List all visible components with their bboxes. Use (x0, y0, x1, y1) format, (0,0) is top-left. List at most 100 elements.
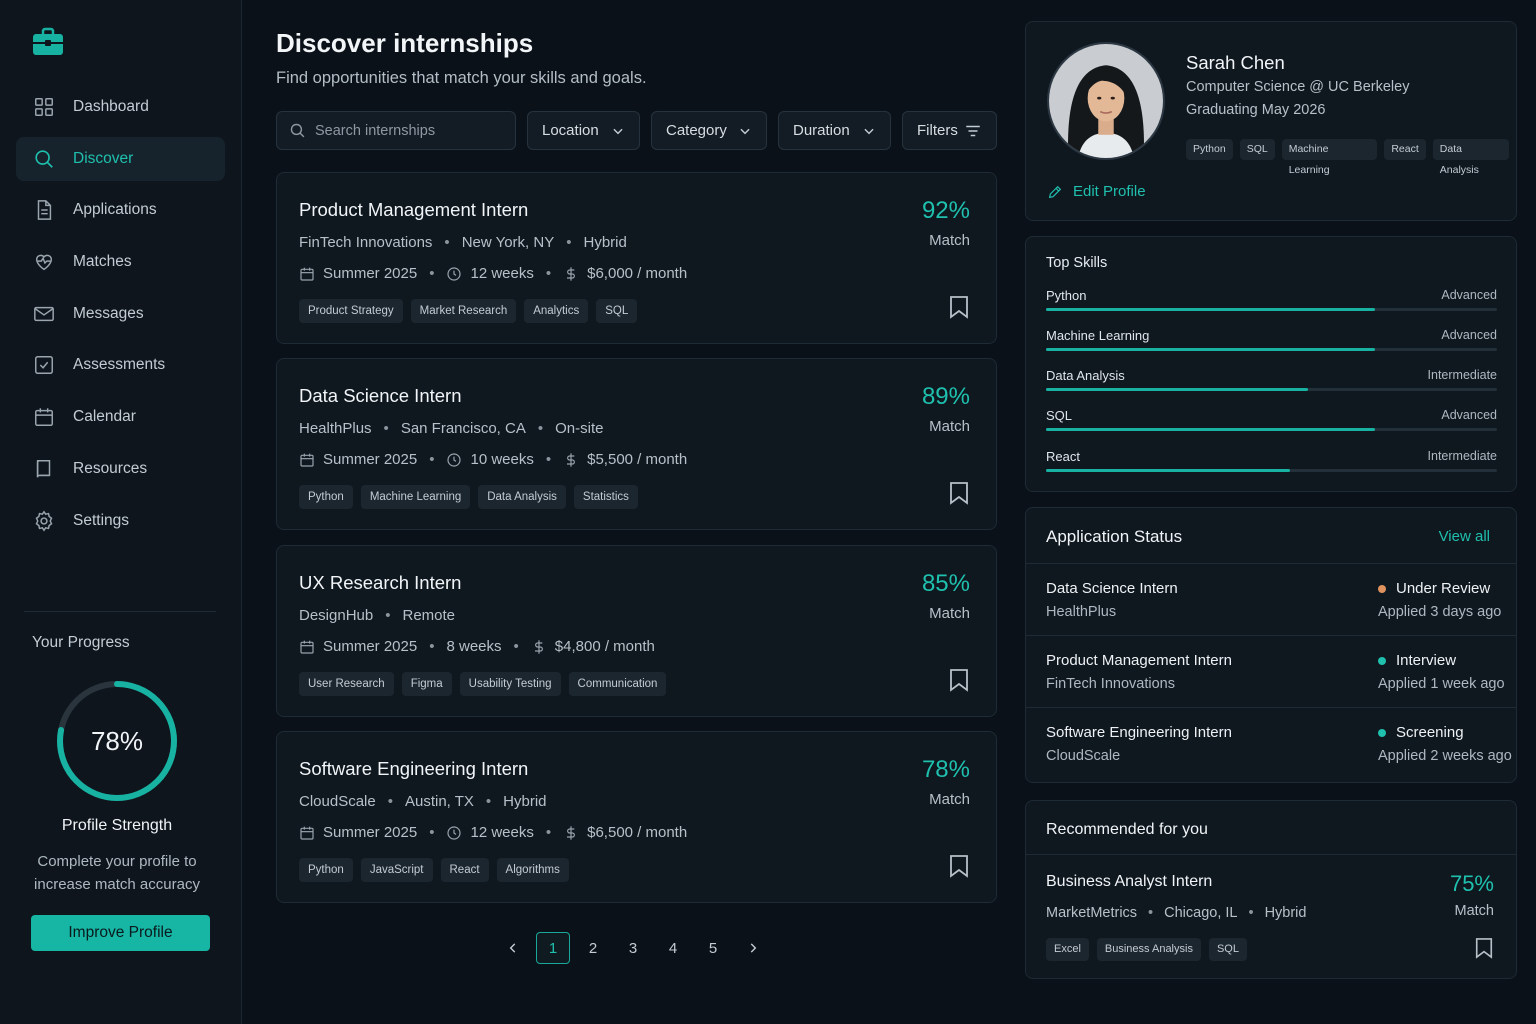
job-mode: On-site (555, 420, 604, 437)
page-title: Discover internships (276, 28, 534, 58)
job-pay: $5,500 / month (587, 451, 688, 468)
job-company: CloudScale (299, 793, 376, 810)
progress-title: Your Progress (32, 634, 130, 651)
job-card[interactable]: Software Engineering Intern CloudScale • … (276, 731, 997, 903)
job-card[interactable]: Product Management Intern FinTech Innova… (276, 172, 997, 344)
job-title[interactable]: UX Research Intern (299, 572, 461, 594)
sidebar-item-assessments[interactable]: Assessments (16, 343, 225, 387)
page-button-1[interactable]: 1 (536, 932, 570, 964)
calendar-icon (300, 453, 314, 467)
recommended-job-title[interactable]: Business Analyst Intern (1046, 873, 1212, 891)
filter-lines-icon (966, 125, 980, 136)
bookmark-icon[interactable] (948, 481, 970, 505)
page-button-3[interactable]: 3 (616, 932, 650, 964)
job-title[interactable]: Data Science Intern (299, 385, 461, 407)
sidebar-item-messages[interactable]: Messages (16, 292, 225, 336)
status-dot (1378, 584, 1386, 593)
status-company: FinTech Innovations (1046, 676, 1175, 692)
sidebar-item-matches[interactable]: Matches (16, 240, 225, 284)
sidebar: Dashboard Discover Applications Matches … (0, 0, 242, 1024)
search-box[interactable] (276, 111, 516, 150)
improve-profile-button[interactable]: Improve Profile (31, 915, 210, 951)
bookmark-icon[interactable] (1474, 937, 1494, 959)
prev-page-button[interactable] (496, 932, 530, 964)
sidebar-item-settings[interactable]: Settings (16, 499, 225, 543)
bookmark-icon[interactable] (948, 295, 970, 319)
briefcase-icon[interactable] (32, 26, 64, 58)
separator: • (566, 234, 572, 251)
bookmark-icon[interactable] (948, 668, 970, 692)
mail-icon (34, 306, 54, 321)
match-label: Match (929, 605, 970, 622)
separator: • (444, 234, 450, 251)
sidebar-item-applications[interactable]: Applications (16, 188, 225, 232)
avatar[interactable] (1047, 42, 1165, 160)
job-tags: Python Machine Learning Data Analysis St… (299, 485, 646, 509)
skill-tag: Python (299, 485, 353, 509)
separator: • (387, 793, 393, 810)
bookmark-icon[interactable] (948, 854, 970, 878)
match-label: Match (929, 232, 970, 249)
filters-button[interactable]: Filters (902, 111, 997, 150)
job-pay: $6,000 / month (587, 265, 688, 282)
profile-program: Computer Science @ UC Berkeley (1186, 79, 1410, 95)
category-dropdown[interactable]: Category (651, 111, 767, 150)
search-input[interactable] (315, 122, 505, 139)
skill-level: Advanced (1441, 288, 1497, 302)
job-duration: 12 weeks (470, 265, 534, 282)
avatar-portrait (1049, 44, 1163, 158)
job-pay: $6,500 / month (587, 824, 688, 841)
skill-tag: JavaScript (360, 858, 433, 882)
separator: • (383, 420, 389, 437)
job-location: Remote (402, 607, 456, 624)
separator: • (429, 451, 435, 468)
profile-name: Sarah Chen (1186, 52, 1285, 73)
edit-profile-link[interactable]: Edit Profile (1047, 183, 1146, 200)
separator: • (545, 265, 552, 282)
dollar-icon (567, 266, 576, 281)
separator: • (485, 793, 492, 810)
status-row[interactable]: Software Engineering Intern CloudScale S… (1026, 707, 1516, 779)
skill-tag: Communication (568, 672, 667, 696)
job-card[interactable]: UX Research Intern DesignHub • Remote Sum… (276, 545, 997, 717)
job-title[interactable]: Product Management Intern (299, 199, 528, 221)
page-button-5[interactable]: 5 (696, 932, 730, 964)
job-tags: Product Strategy Market Research Analyti… (299, 299, 645, 323)
skill-tag: Algorithms (496, 858, 569, 882)
skill-bar-fill (1046, 469, 1290, 472)
job-card[interactable]: Data Science Intern HealthPlus • San Fran… (276, 358, 997, 530)
job-location: San Francisco, CA (400, 420, 526, 437)
page-button-4[interactable]: 4 (656, 932, 690, 964)
status-state: Under Review (1378, 580, 1490, 597)
skill-tag: SQL (1208, 938, 1247, 961)
match-percent: 75% (1449, 871, 1494, 896)
separator: • (537, 420, 544, 437)
skill-name: React (1046, 449, 1080, 464)
skill-track (1046, 428, 1497, 431)
sidebar-item-resources[interactable]: Resources (16, 447, 225, 491)
match-percent: 85% (921, 570, 970, 597)
location-dropdown[interactable]: Location (527, 111, 640, 150)
gear-icon (35, 510, 53, 531)
sidebar-item-calendar[interactable]: Calendar (16, 395, 225, 439)
match-percent: 92% (921, 197, 970, 224)
separator: • (1248, 905, 1254, 921)
job-title[interactable]: Software Engineering Intern (299, 758, 528, 780)
skill-tag: Product Strategy (299, 299, 403, 323)
page-button-2[interactable]: 2 (576, 932, 610, 964)
status-state-label: Interview (1396, 652, 1457, 669)
calendar-icon (300, 640, 314, 654)
sidebar-item-dashboard[interactable]: Dashboard (16, 85, 225, 129)
status-row[interactable]: Product Management Intern FinTech Innova… (1026, 635, 1516, 707)
skill-tag: Data Analysis (1432, 139, 1509, 176)
status-row[interactable]: Data Science Intern HealthPlus Under Rev… (1026, 563, 1516, 635)
pencil-icon (1048, 185, 1062, 198)
job-location: Austin, TX (404, 793, 474, 810)
sidebar-item-discover[interactable]: Discover (16, 136, 225, 181)
next-page-button[interactable] (736, 932, 770, 964)
view-all-link[interactable]: View all (1439, 528, 1490, 545)
duration-dropdown[interactable]: Duration (778, 111, 891, 150)
status-job-title: Software Engineering Intern (1046, 724, 1232, 741)
job-mode: Hybrid (503, 793, 547, 810)
chevron-left-icon (509, 943, 516, 953)
